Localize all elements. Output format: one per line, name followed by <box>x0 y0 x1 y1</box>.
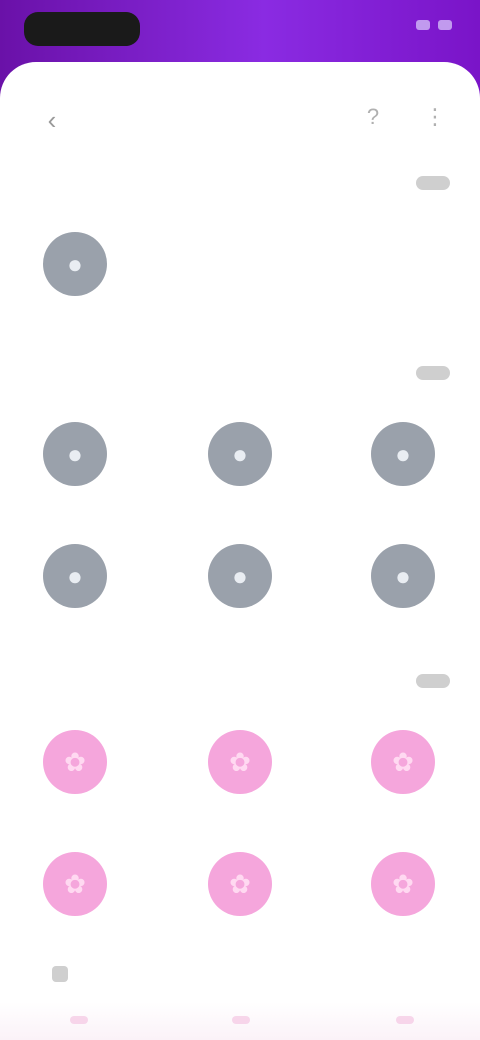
flower-icon: ✿ <box>208 852 272 916</box>
tile-item[interactable]: ● <box>185 544 295 664</box>
flower-icon: ✿ <box>208 730 272 794</box>
flower-icon: ✿ <box>43 730 107 794</box>
top-nav: ‹ ? ⋮ <box>0 62 480 172</box>
bottom-strip <box>0 1002 480 1040</box>
flower-icon: ✿ <box>43 852 107 916</box>
wifi-icon <box>416 20 430 30</box>
tile-item[interactable]: ● <box>20 544 130 664</box>
app-icon: ● <box>208 544 272 608</box>
more-icon: ⋮ <box>424 104 446 129</box>
help-icon: ? <box>366 104 380 129</box>
nav-actions: ? ⋮ <box>358 102 450 132</box>
tile-item[interactable]: ● <box>20 422 130 542</box>
decorative-dot <box>70 1016 88 1024</box>
more-button[interactable]: ⋮ <box>420 102 450 132</box>
avatar-icon: ● <box>43 232 107 296</box>
back-button[interactable]: ‹ <box>34 102 70 138</box>
section-header-1 <box>30 170 450 196</box>
info-icon <box>52 966 68 982</box>
battery-icon <box>438 20 452 30</box>
tile-item[interactable]: ✿ <box>20 852 130 972</box>
page-title <box>140 104 340 132</box>
chevron-left-icon: ‹ <box>47 104 57 135</box>
tile-item[interactable]: ● <box>348 544 458 664</box>
tile-item[interactable]: ● <box>20 232 130 352</box>
section-header-3 <box>30 668 450 694</box>
decorative-dot <box>396 1016 414 1024</box>
help-button[interactable]: ? <box>358 102 388 132</box>
tile-item[interactable]: ✿ <box>20 730 130 850</box>
app-icon: ● <box>371 544 435 608</box>
tile-item[interactable]: ✿ <box>185 852 295 972</box>
tile-item[interactable]: ✿ <box>185 730 295 850</box>
decorative-dot <box>232 1016 250 1024</box>
app-icon: ● <box>208 422 272 486</box>
app-icon: ● <box>43 422 107 486</box>
tile-item[interactable]: ● <box>185 422 295 542</box>
flower-icon: ✿ <box>371 852 435 916</box>
flower-icon: ✿ <box>371 730 435 794</box>
tile-item[interactable]: ✿ <box>348 730 458 850</box>
section-action-button[interactable] <box>416 674 450 688</box>
footer-note[interactable] <box>52 964 292 984</box>
status-bar <box>0 0 480 56</box>
tile-item[interactable]: ● <box>348 422 458 542</box>
tile-item[interactable]: ✿ <box>348 852 458 972</box>
section-header-2 <box>30 360 450 386</box>
section-action-button[interactable] <box>416 176 450 190</box>
app-icon: ● <box>371 422 435 486</box>
status-right <box>408 20 452 30</box>
app-icon: ● <box>43 544 107 608</box>
content-sheet: ‹ ? ⋮ ● ● ● ● ● ● ● ✿ ✿ ✿ ✿ ✿ ✿ <box>0 62 480 1040</box>
status-left-pill <box>24 12 140 46</box>
section-action-button[interactable] <box>416 366 450 380</box>
